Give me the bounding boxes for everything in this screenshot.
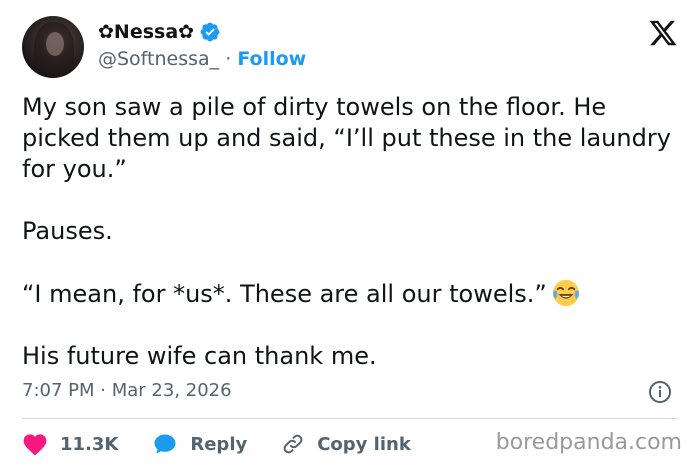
tweet-paragraph: “I mean, for *us*. These are all our tow… xyxy=(22,278,682,310)
tweet-time: 7:07 PM xyxy=(22,380,95,401)
tweet-quote: “I mean, for *us*. These are all our tow… xyxy=(22,280,547,308)
tweet-actions: 11.3K Reply Copy link xyxy=(22,430,445,458)
tweet-paragraph: My son saw a pile of dirty towels on the… xyxy=(22,93,671,183)
avatar-face xyxy=(46,32,64,56)
x-logo-icon[interactable] xyxy=(648,18,678,48)
tweet-paragraph: Pauses. xyxy=(22,217,113,245)
divider xyxy=(22,418,678,419)
avatar[interactable] xyxy=(22,16,84,78)
verified-badge-icon xyxy=(200,22,220,42)
heart-icon xyxy=(23,434,47,456)
reply-bubble-icon xyxy=(154,434,176,454)
author-display-name[interactable]: ✿Nessa✿ xyxy=(98,21,194,43)
handle-separator: · xyxy=(225,48,232,70)
meta-separator: · xyxy=(100,380,106,401)
watermark: boredpanda.com xyxy=(495,430,682,455)
reply-label: Reply xyxy=(190,433,248,455)
tweet-timestamp[interactable]: 7:07 PM · Mar 23, 2026 xyxy=(22,380,232,401)
reply-button[interactable]: Reply xyxy=(152,432,247,456)
copy-link-label: Copy link xyxy=(317,433,411,455)
author-handle[interactable]: @Softnessa_ xyxy=(98,48,219,70)
author-handle-row: @Softnessa_ · Follow xyxy=(98,48,306,70)
copy-link-button[interactable]: Copy link xyxy=(281,432,411,456)
link-icon xyxy=(283,434,303,454)
tweet-date: Mar 23, 2026 xyxy=(111,380,232,401)
like-button[interactable]: 11.3K xyxy=(22,432,118,456)
info-icon[interactable] xyxy=(648,380,672,404)
author-name-row: ✿Nessa✿ xyxy=(98,19,221,45)
joy-emoji-icon xyxy=(552,279,579,307)
tweet-body: My son saw a pile of dirty towels on the… xyxy=(22,92,682,372)
tweet-paragraph: His future wife can thank me. xyxy=(22,342,377,370)
follow-link[interactable]: Follow xyxy=(237,48,306,70)
like-count: 11.3K xyxy=(60,433,119,455)
